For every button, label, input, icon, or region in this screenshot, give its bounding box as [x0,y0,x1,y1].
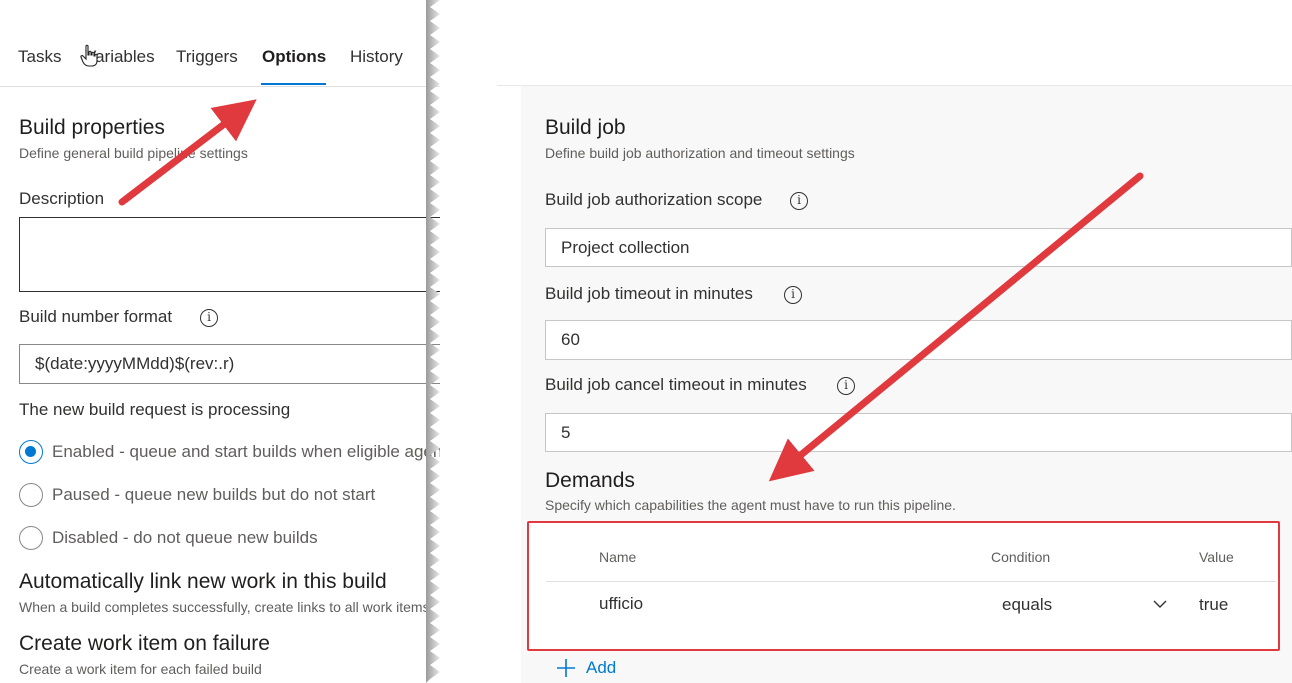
demand-condition-select[interactable]: equals [1002,595,1052,615]
radio-button-checked[interactable] [19,440,43,464]
description-label: Description [19,189,105,208]
grid-header-divider [546,581,1276,582]
demand-name-cell[interactable]: ufficio [599,594,643,614]
column-header-condition: Condition [991,549,1051,565]
cancel-timeout-input[interactable]: 5 [545,413,1292,452]
auto-link-title: Automatically link new work in this buil… [19,570,387,593]
add-demand-label: Add [586,658,617,677]
info-icon[interactable]: i [790,192,808,210]
info-icon[interactable]: i [200,309,218,327]
tab-history[interactable]: History [350,47,403,67]
build-number-format-input[interactable]: $(date:yyyyMMdd)$(rev:.r) [19,344,440,384]
build-properties-subtitle: Define general build pipeline settings [19,145,248,161]
active-tab-indicator [261,83,326,85]
radio-button[interactable] [19,526,43,550]
radio-enabled[interactable]: Enabled - queue and start builds when el… [19,439,440,465]
tab-triggers[interactable]: Triggers [176,47,238,67]
column-header-name: Name [599,549,637,565]
create-work-item-title: Create work item on failure [19,632,270,655]
demands-subtitle: Specify which capabilities the agent mus… [545,497,956,513]
create-work-item-subtitle: Create a work item for each failed build [19,661,262,677]
radio-paused-label: Paused - queue new builds but do not sta… [52,485,376,504]
build-number-format-label: Build number format [19,307,173,326]
right-header-blank [497,0,1292,86]
auth-scope-select[interactable]: Project collection [545,228,1292,267]
torn-edge-divider [426,0,440,683]
demands-highlight-frame [527,521,1280,651]
radio-button[interactable] [19,483,43,507]
chevron-down-icon[interactable] [1153,597,1167,611]
build-job-subtitle: Define build job authorization and timeo… [545,145,855,161]
plus-icon [557,659,575,677]
radio-disabled-label: Disabled - do not queue new builds [52,528,318,547]
build-job-title: Build job [545,116,626,139]
demands-title: Demands [545,469,635,492]
auth-scope-label: Build job authorization scope [545,190,763,209]
info-icon[interactable]: i [784,286,802,304]
description-input[interactable] [19,217,440,292]
radio-paused[interactable]: Paused - queue new builds but do not sta… [19,482,375,508]
radio-enabled-label: Enabled - queue and start builds when el… [52,442,440,461]
processing-label: The new build request is processing [19,400,291,419]
tab-tasks[interactable]: Tasks [18,47,61,67]
timeout-label: Build job timeout in minutes [545,284,753,303]
column-header-value: Value [1199,549,1234,565]
build-properties-title: Build properties [19,116,165,139]
demand-value-cell[interactable]: true [1199,595,1228,615]
hand-pointer-icon [80,44,98,67]
add-demand-button[interactable]: Add [556,656,616,680]
info-icon[interactable]: i [837,377,855,395]
timeout-input[interactable]: 60 [545,320,1292,360]
radio-disabled[interactable]: Disabled - do not queue new builds [19,525,318,551]
tab-options[interactable]: Options [262,47,326,67]
cancel-timeout-label: Build job cancel timeout in minutes [545,375,807,394]
tab-bar: Tasks Variables Triggers Options History [0,0,440,87]
left-panel: Tasks Variables Triggers Options History… [0,0,440,683]
auto-link-subtitle: When a build completes successfully, cre… [19,599,430,615]
